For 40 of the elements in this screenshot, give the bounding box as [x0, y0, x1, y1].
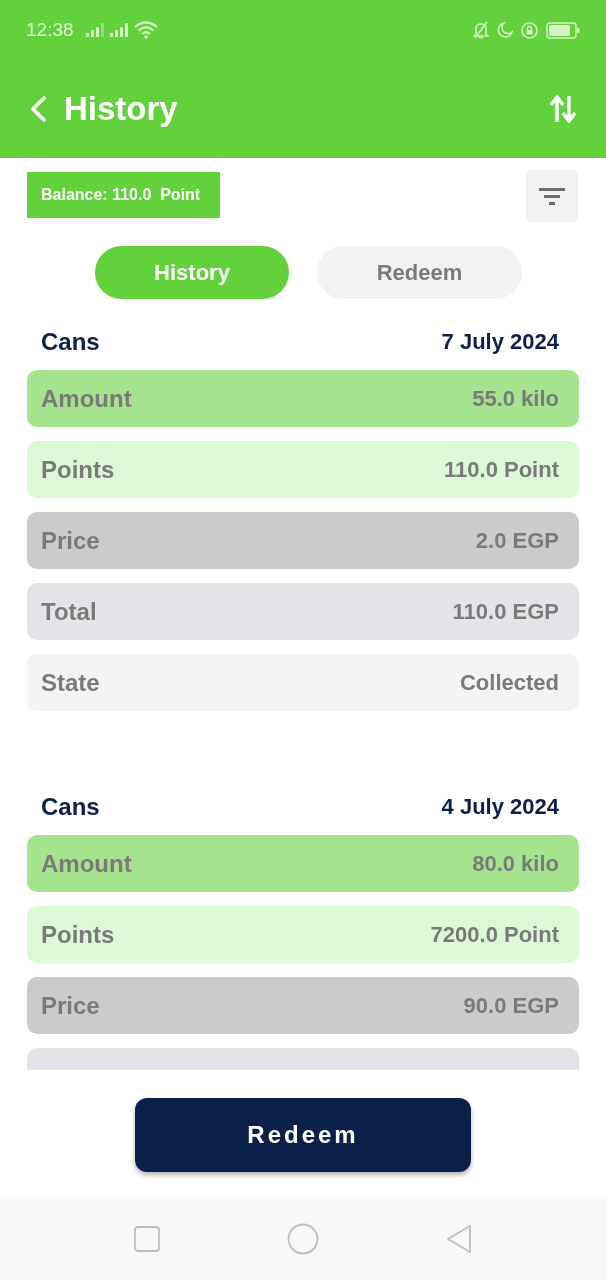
filter-button[interactable] — [526, 170, 578, 222]
wifi-icon — [133, 21, 158, 39]
balance-badge: Balance: 110.0 Point — [27, 172, 221, 218]
screen-title: History — [64, 90, 178, 128]
triangle-icon[interactable] — [446, 1224, 473, 1254]
row-value: 110.0 EGP — [452, 598, 559, 625]
row-value: 110.0 Point — [444, 456, 559, 483]
row-value: 80.0 kilo — [472, 850, 559, 877]
tab[interactable]: History — [95, 246, 289, 299]
filter-icon — [539, 187, 565, 205]
record-date: 7 July 2024 — [441, 329, 559, 355]
row-label: Points — [41, 455, 115, 484]
record-title: Cans — [41, 793, 100, 821]
redeem-button[interactable]: Redeem — [135, 1098, 471, 1172]
moon-icon — [497, 22, 513, 38]
row-value: 7200.0 Point — [430, 921, 559, 948]
row-value: Collected — [459, 669, 559, 696]
record-title: Cans — [41, 328, 100, 356]
square-icon[interactable] — [133, 1226, 160, 1252]
lock-icon — [521, 21, 538, 39]
signal-icon — [85, 23, 104, 37]
circle-icon[interactable] — [287, 1223, 319, 1255]
signal-icon — [109, 23, 128, 37]
row-label: State — [41, 668, 100, 697]
row-value: 2.0 EGP — [475, 527, 559, 554]
row-label: Amount — [41, 384, 132, 413]
row-label: Price — [41, 526, 100, 555]
row-value: 55.0 kilo — [472, 385, 559, 412]
tab[interactable]: Redeem — [317, 246, 522, 299]
row-value: 90.0 EGP — [463, 992, 559, 1019]
row-label: Price — [41, 991, 100, 1020]
bell-off-icon — [473, 21, 489, 39]
row-label: Total — [41, 597, 97, 626]
status-time: 12:38 — [26, 19, 74, 41]
row-label: Points — [41, 920, 115, 949]
back-icon[interactable] — [30, 96, 46, 122]
row-label: Amount — [41, 849, 132, 878]
battery-icon — [546, 21, 580, 39]
sort-arrows-icon[interactable] — [548, 94, 578, 124]
record-date: 4 July 2024 — [441, 794, 559, 820]
